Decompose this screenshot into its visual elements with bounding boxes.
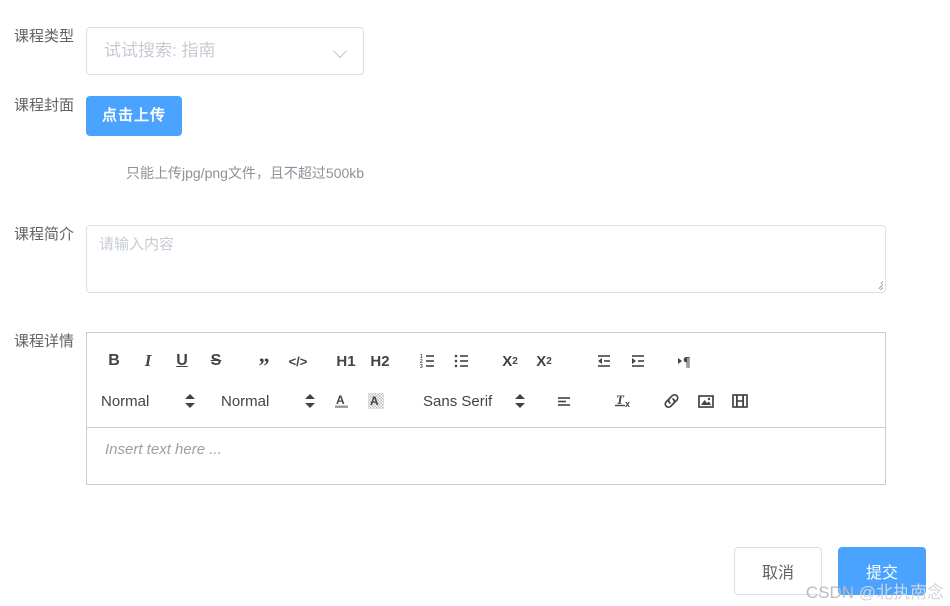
course-type-placeholder: 试试搜索: 指南 xyxy=(104,41,216,60)
submit-button[interactable]: 提交 xyxy=(838,547,926,595)
rich-text-editor: B I U S ” </> H1 H2 1 2 3 X 2 X 2 ¶ Norm… xyxy=(86,332,886,485)
font-size-picker[interactable]: Normal xyxy=(101,387,195,415)
header-value: Normal xyxy=(221,392,270,410)
image-icon[interactable] xyxy=(693,387,719,415)
background-color-icon[interactable]: A xyxy=(363,387,389,415)
label-course-detail: 课程详情 xyxy=(13,333,74,350)
blockquote-icon[interactable]: ” xyxy=(251,347,277,377)
indent-icon[interactable] xyxy=(625,347,651,375)
chevron-updown-icon xyxy=(305,393,315,409)
toolbar-row-1: B I U S ” </> H1 H2 1 2 3 X 2 X 2 ¶ xyxy=(101,341,879,381)
outdent-icon[interactable] xyxy=(591,347,617,375)
label-course-intro: 课程简介 xyxy=(13,226,74,243)
svg-text:A: A xyxy=(336,393,345,407)
header-picker[interactable]: Normal xyxy=(221,387,315,415)
align-left-icon[interactable] xyxy=(551,387,577,415)
video-icon[interactable] xyxy=(727,387,753,415)
ordered-list-icon[interactable]: 1 2 3 xyxy=(415,347,441,375)
label-course-type: 课程类型 xyxy=(13,28,74,45)
header-2-label: H2 xyxy=(370,352,390,370)
svg-text:3: 3 xyxy=(420,364,423,370)
code-block-icon[interactable]: </> xyxy=(285,347,311,375)
form-row-course-cover: 课程封面 点击上传 xyxy=(0,96,183,136)
editor-toolbar: B I U S ” </> H1 H2 1 2 3 X 2 X 2 ¶ Norm… xyxy=(87,333,885,428)
label-course-cover: 课程封面 xyxy=(13,97,74,114)
upload-button[interactable]: 点击上传 xyxy=(86,96,183,136)
header-1-icon[interactable]: H1 xyxy=(333,347,359,375)
subscript-icon[interactable]: X2 xyxy=(497,347,523,375)
clear-format-icon[interactable]: T x xyxy=(611,387,637,415)
resize-handle-icon[interactable] xyxy=(871,278,883,290)
strike-icon[interactable]: S xyxy=(203,347,229,375)
upload-tip-text: 只能上传jpg/png文件，且不超过500kb xyxy=(126,165,365,181)
superscript-icon[interactable]: X2 xyxy=(531,347,557,375)
course-form: 课程类型 试试搜索: 指南 课程封面 点击上传 只能上传jpg/png文件，且不… xyxy=(0,0,950,606)
course-type-select[interactable]: 试试搜索: 指南 xyxy=(86,27,364,75)
bullet-list-icon[interactable] xyxy=(449,347,475,375)
course-intro-placeholder: 请输入内容 xyxy=(99,236,175,253)
underline-icon[interactable]: U xyxy=(169,347,195,375)
svg-text:A: A xyxy=(370,394,379,408)
link-icon[interactable] xyxy=(659,387,685,415)
editor-placeholder: Insert text here ... xyxy=(105,441,222,458)
svg-text:¶: ¶ xyxy=(683,355,691,370)
svg-text:T: T xyxy=(616,392,625,407)
course-intro-textarea[interactable]: 请输入内容 xyxy=(86,225,886,293)
bold-icon[interactable]: B xyxy=(101,347,127,375)
chevron-updown-icon xyxy=(185,393,195,409)
text-color-icon[interactable]: A xyxy=(329,387,355,415)
form-row-course-intro: 课程简介 请输入内容 xyxy=(0,225,886,293)
toolbar-row-2: Normal Normal A A Sans Serif T x xyxy=(101,381,879,421)
form-row-course-detail: 课程详情 B I U S ” </> H1 H2 1 2 3 X 2 X 2 ¶… xyxy=(0,332,886,485)
editor-content-area[interactable]: Insert text here ... xyxy=(87,428,885,484)
svg-text:x: x xyxy=(625,399,630,409)
text-direction-icon[interactable]: ¶ xyxy=(673,347,699,375)
font-family-picker[interactable]: Sans Serif xyxy=(423,387,525,415)
chevron-updown-icon xyxy=(515,393,525,409)
chevron-down-icon xyxy=(333,43,349,59)
header-1-label: H1 xyxy=(336,352,356,370)
cancel-button[interactable]: 取消 xyxy=(734,547,822,595)
header-2-icon[interactable]: H2 xyxy=(367,347,393,375)
font-size-value: Normal xyxy=(101,392,150,410)
form-row-course-type: 课程类型 试试搜索: 指南 xyxy=(0,27,364,75)
font-family-value: Sans Serif xyxy=(423,392,493,410)
italic-icon[interactable]: I xyxy=(135,347,161,375)
form-footer: 取消 提交 xyxy=(0,547,926,595)
